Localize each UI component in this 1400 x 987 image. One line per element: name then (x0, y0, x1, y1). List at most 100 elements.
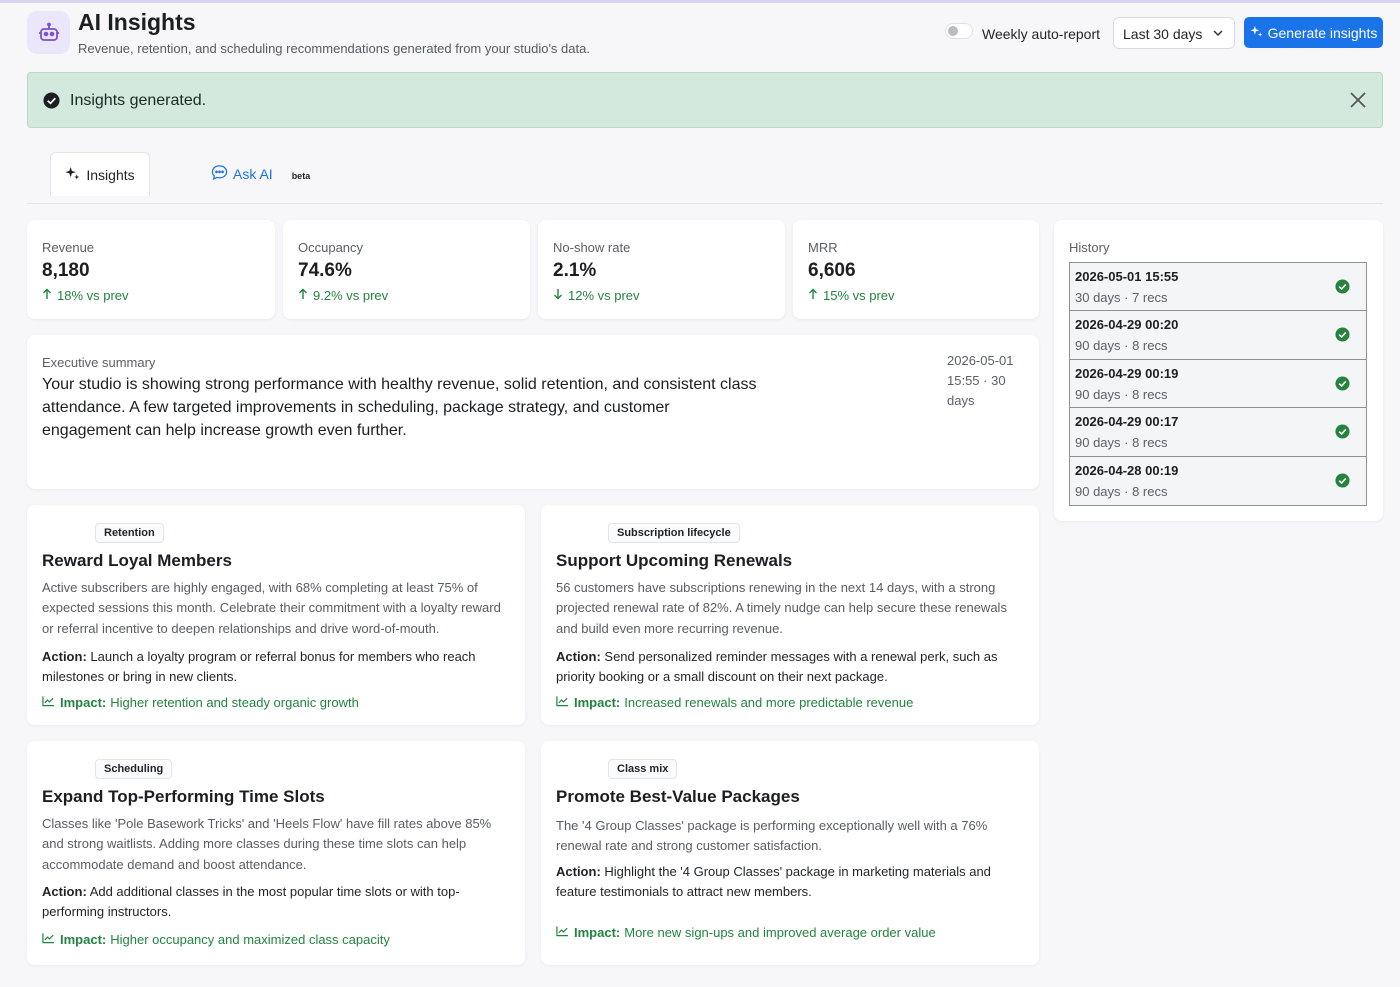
insight-action-label: Action: (42, 649, 87, 664)
sparkle-icon (65, 166, 80, 184)
insight-title: Support Upcoming Renewals (556, 551, 793, 570)
arrow-up-icon (808, 288, 818, 303)
insight-card-subscription: Subscription lifecycle Support Upcoming … (541, 505, 1039, 725)
page-subtitle: Revenue, retention, and scheduling recom… (78, 41, 590, 56)
date-range-value: Last 30 days (1123, 26, 1203, 42)
insight-card-class-mix: Class mix Promote Best-Value Packages Th… (541, 741, 1039, 965)
stat-delta-text: 12% vs prev (568, 288, 640, 303)
tab-bar: Insights Ask AI beta (27, 152, 1383, 204)
history-meta: 90 days · 8 recs (1075, 338, 1168, 354)
arrow-up-icon (298, 288, 308, 303)
insight-category-badge: Subscription lifecycle (608, 523, 740, 543)
insight-impact-label: Impact: (60, 932, 107, 947)
insight-action-text: Highlight the '4 Group Classes' package … (556, 864, 991, 899)
insight-action-label: Action: (556, 864, 601, 879)
stat-delta-text: 15% vs prev (823, 288, 895, 303)
chat-bubble-icon (211, 164, 228, 184)
insight-impact: Impact: Higher occupancy and maximized cl… (42, 932, 390, 947)
history-item[interactable]: 2026-05-01 15:55 30 days · 7 recs (1070, 263, 1366, 312)
insight-action: Action: Add additional classes in the mo… (42, 882, 502, 922)
page-header: AI Insights Revenue, retention, and sche… (27, 7, 1383, 63)
history-date: 2026-04-29 00:19 (1075, 365, 1179, 381)
check-circle-icon (1335, 424, 1350, 444)
insight-category-badge: Retention (95, 523, 164, 543)
stat-value: 6,606 (808, 260, 856, 281)
robot-icon (27, 11, 70, 54)
insight-impact: Impact: Higher retention and steady organ… (42, 695, 359, 710)
insight-card-retention: Retention Reward Loyal Members Active su… (27, 505, 525, 725)
insight-action-text: Add additional classes in the most popul… (42, 884, 460, 919)
stat-delta: 18% vs prev (42, 288, 129, 303)
check-circle-icon (43, 92, 60, 114)
insight-impact-label: Impact: (574, 925, 621, 940)
alert-message: Insights generated. (70, 92, 207, 109)
history-meta: 90 days · 8 recs (1075, 386, 1168, 402)
insight-title: Expand Top-Performing Time Slots (42, 787, 325, 806)
insight-impact: Impact: Increased renewals and more predi… (556, 695, 913, 710)
executive-summary-label: Executive summary (42, 355, 156, 370)
stat-delta-text: 9.2% vs prev (313, 288, 389, 303)
stat-delta: 12% vs prev (553, 288, 640, 303)
weekly-auto-report-toggle[interactable] (945, 23, 973, 39)
history-item[interactable]: 2026-04-28 00:19 90 days · 8 recs (1070, 456, 1366, 505)
history-date: 2026-05-01 15:55 (1075, 269, 1179, 284)
history-title: History (1069, 240, 1110, 255)
insight-action: Action: Send personalized reminder messa… (556, 647, 1016, 687)
history-meta: 30 days · 7 recs (1075, 290, 1168, 305)
history-date: 2026-04-28 00:19 (1075, 462, 1179, 478)
trend-up-icon (42, 932, 55, 947)
insight-impact-text: Increased renewals and more predictable … (624, 695, 914, 710)
trend-up-icon (556, 695, 569, 710)
stat-card-no-show-rate: No-show rate 2.1% 12% vs prev (538, 220, 785, 319)
success-alert: Insights generated. (27, 72, 1383, 128)
insight-impact-text: Higher occupancy and maximized class cap… (110, 932, 390, 947)
insight-action: Action: Highlight the '4 Group Classes' … (556, 862, 1016, 902)
stat-delta: 9.2% vs prev (298, 288, 388, 303)
weekly-auto-report-label: Weekly auto-report (982, 26, 1101, 42)
history-meta: 90 days · 8 recs (1075, 483, 1168, 499)
generate-insights-button[interactable]: Generate insights (1244, 17, 1383, 48)
history-item[interactable]: 2026-04-29 00:20 90 days · 8 recs (1070, 311, 1366, 360)
insight-action-label: Action: (556, 649, 601, 664)
insight-category-badge: Scheduling (95, 759, 173, 779)
date-range-select[interactable]: Last 30 days (1113, 17, 1235, 49)
executive-summary-meta: 2026-05-01 15:55 · 30 days (947, 353, 1014, 408)
insight-title: Promote Best-Value Packages (556, 787, 800, 806)
beta-badge: beta (291, 170, 311, 181)
stat-delta-text: 18% vs prev (57, 288, 129, 303)
history-meta: 90 days · 8 recs (1075, 435, 1168, 451)
arrow-up-icon (42, 288, 52, 303)
stat-label: MRR (808, 240, 838, 255)
insight-impact-label: Impact: (60, 695, 107, 710)
insight-action: Action: Launch a loyalty program or refe… (42, 647, 502, 687)
tab-insights[interactable]: Insights (50, 152, 150, 196)
stat-label: Revenue (42, 240, 95, 255)
executive-summary-card: Executive summary Your studio is showing… (27, 335, 1039, 489)
history-item[interactable]: 2026-04-29 00:17 90 days · 8 recs (1070, 408, 1366, 457)
history-item[interactable]: 2026-04-29 00:19 90 days · 8 recs (1070, 359, 1366, 409)
chevron-down-icon (1212, 26, 1224, 42)
insight-description: Classes like 'Pole Basework Tricks' and … (42, 816, 492, 872)
check-circle-icon (1335, 327, 1350, 347)
stat-label: Occupancy (298, 240, 364, 255)
insight-description: Active subscribers are highly engaged, w… (42, 580, 501, 636)
insight-action-text: Launch a loyalty program or referral bon… (42, 649, 476, 684)
stat-value: 2.1% (553, 260, 597, 281)
trend-up-icon (42, 695, 55, 710)
history-date: 2026-04-29 00:20 (1075, 317, 1179, 333)
page-title: AI Insights (78, 9, 196, 35)
check-circle-icon (1335, 376, 1350, 396)
stat-card-mrr: MRR 6,606 15% vs prev (793, 220, 1039, 319)
stat-label: No-show rate (553, 240, 631, 255)
tab-ask-ai-label: Ask AI (233, 166, 273, 182)
insight-title: Reward Loyal Members (42, 551, 232, 570)
stat-card-occupancy: Occupancy 74.6% 9.2% vs prev (283, 220, 530, 319)
stat-value: 74.6% (298, 260, 352, 281)
insight-action-text: Send personalized reminder messages with… (556, 649, 998, 684)
check-circle-icon (1335, 279, 1350, 299)
insight-card-scheduling: Scheduling Expand Top-Performing Time Sl… (27, 741, 525, 965)
check-circle-icon (1335, 473, 1350, 493)
close-icon[interactable] (1348, 90, 1368, 115)
tab-ask-ai[interactable]: Ask AI beta (211, 152, 310, 196)
insight-impact-text: More new sign-ups and improved average o… (624, 925, 936, 940)
